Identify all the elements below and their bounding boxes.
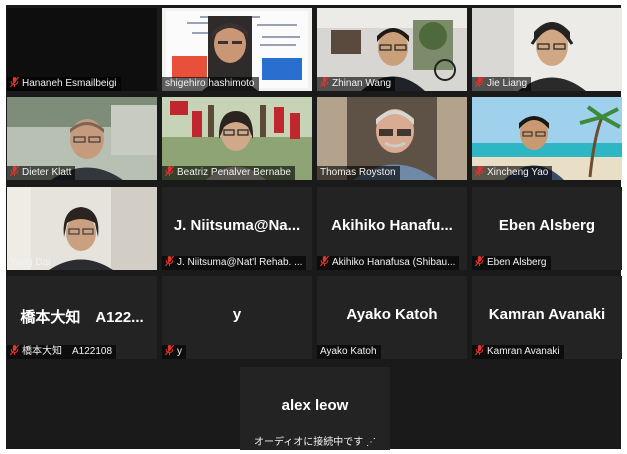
participant-name-tag: Hananeh Esmailbeigi	[7, 77, 121, 91]
participant-name-tag: Yang Dai	[7, 256, 54, 270]
participant-tile[interactable]: Ayako Katoh Ayako Katoh	[317, 276, 467, 359]
participant-name-tag: Jie Liang	[472, 77, 532, 91]
muted-mic-icon	[475, 166, 484, 176]
participant-tile[interactable]: Jie Liang	[472, 8, 622, 91]
participant-name-tag: Dieter Klatt	[7, 166, 76, 180]
muted-mic-icon	[475, 77, 484, 87]
gallery-view: Hananeh Esmailbeigi shigehiro hashimoto	[6, 5, 622, 450]
participant-tile[interactable]: alex leow オーディオに接続中です ⋰	[240, 367, 390, 450]
participant-name: 橋本大知 A122108	[22, 346, 113, 357]
participant-name-tag: Akihiko Hanafusa (Shibau...	[317, 256, 460, 270]
participant-name: Akihiko Hanafusa (Shibau...	[332, 257, 456, 268]
participant-tile[interactable]: Hananeh Esmailbeigi	[7, 8, 157, 91]
participant-name-tag: Xincheng Yao	[472, 166, 553, 180]
participant-tile[interactable]: 橋本大知 A122... 橋本大知 A122108	[7, 276, 157, 359]
participant-tile[interactable]: shigehiro hashimoto	[162, 8, 312, 91]
participant-tile[interactable]: Beatriz Penalver Bernabe	[162, 97, 312, 180]
participant-tile[interactable]: Eben Alsberg Eben Alsberg	[472, 187, 622, 270]
participant-display-name: Ayako Katoh	[346, 306, 438, 323]
participant-name-tag: Zhinan Wang	[317, 77, 396, 91]
participant-name-tag: y	[162, 345, 186, 359]
muted-mic-icon	[475, 345, 484, 355]
muted-mic-icon	[320, 256, 329, 266]
participant-tile[interactable]: y y	[162, 276, 312, 359]
participant-name: Yang Dai	[10, 257, 51, 268]
participant-name: shigehiro hashimoto	[165, 78, 255, 89]
muted-mic-icon	[10, 345, 19, 355]
muted-mic-icon	[10, 166, 19, 176]
participant-tile[interactable]: Zhinan Wang	[317, 8, 467, 91]
participant-name: y	[177, 346, 182, 357]
participant-name-tag: Beatriz Penalver Bernabe	[162, 166, 295, 180]
muted-mic-icon	[10, 77, 19, 87]
participant-tile[interactable]: Yang Dai	[7, 187, 157, 270]
participant-display-name: Kamran Avanaki	[488, 306, 606, 323]
participant-name-tag: shigehiro hashimoto	[162, 77, 259, 91]
participant-name: Zhinan Wang	[332, 78, 392, 89]
participant-tile[interactable]: Akihiko Hanafu... Akihiko Hanafusa (Shib…	[317, 187, 467, 270]
participant-display-name: Akihiko Hanafu...	[331, 217, 453, 234]
participant-name: Hananeh Esmailbeigi	[22, 78, 117, 89]
muted-mic-icon	[475, 256, 484, 266]
participant-tile[interactable]: J. Niitsuma@Na... J. Niitsuma@Nat'l Reha…	[162, 187, 312, 270]
participant-name-tag: Eben Alsberg	[472, 256, 551, 270]
participant-name-tag: J. Niitsuma@Nat'l Rehab. ...	[162, 256, 307, 270]
participant-name: Thomas Royston	[320, 167, 396, 178]
participant-name: Ayako Katoh	[320, 346, 377, 357]
participant-name: Beatriz Penalver Bernabe	[177, 167, 291, 178]
participant-display-name: alex leow	[281, 397, 349, 414]
participant-name: Xincheng Yao	[487, 167, 549, 178]
connecting-audio-status: オーディオに接続中です ⋰	[253, 437, 377, 448]
participant-tile[interactable]: Dieter Klatt	[7, 97, 157, 180]
active-speaker-tile[interactable]: Thomas Royston	[317, 97, 467, 180]
participant-display-name: Eben Alsberg	[498, 217, 596, 234]
participant-display-name: J. Niitsuma@Na...	[173, 217, 301, 234]
participant-name: Kamran Avanaki	[487, 346, 560, 357]
participant-tile[interactable]: Xincheng Yao	[472, 97, 622, 180]
participant-name-tag: Ayako Katoh	[317, 345, 381, 359]
participant-name: Eben Alsberg	[487, 257, 547, 268]
muted-mic-icon	[165, 345, 174, 355]
participant-name-tag: Kamran Avanaki	[472, 345, 564, 359]
participant-name-tag: Thomas Royston	[317, 166, 400, 180]
participant-display-name: y	[232, 306, 242, 323]
muted-mic-icon	[165, 256, 174, 266]
participant-name-tag: 橋本大知 A122108	[7, 345, 117, 359]
participant-tile[interactable]: Kamran Avanaki Kamran Avanaki	[472, 276, 622, 359]
participant-name: Dieter Klatt	[22, 167, 72, 178]
participant-display-name: 橋本大知 A122...	[20, 309, 144, 326]
muted-mic-icon	[165, 166, 174, 176]
muted-mic-icon	[320, 77, 329, 87]
participant-name: J. Niitsuma@Nat'l Rehab. ...	[177, 257, 303, 268]
participant-name: Jie Liang	[487, 78, 528, 89]
